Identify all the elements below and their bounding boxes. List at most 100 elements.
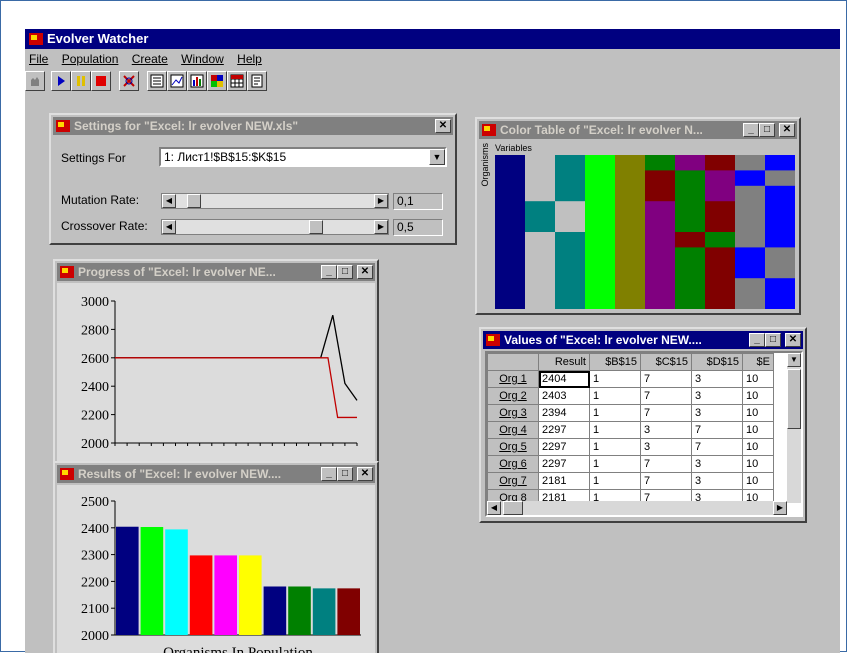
scroll-right-icon[interactable]: ▶	[374, 220, 388, 234]
menu-population[interactable]: Population	[62, 52, 119, 66]
table-cell[interactable]: 1	[589, 421, 641, 439]
minimize-icon[interactable]: _	[321, 467, 337, 481]
column-header[interactable]: Result	[538, 353, 590, 371]
scroll-thumb[interactable]	[503, 501, 523, 515]
bar-chart-icon[interactable]	[187, 71, 207, 91]
maximize-icon[interactable]: □	[765, 333, 781, 347]
table-cell[interactable]: 3	[691, 387, 743, 405]
table-cell[interactable]: 10	[742, 455, 774, 473]
table-cell[interactable]: 3	[691, 455, 743, 473]
vertical-scrollbar[interactable]: ▲ ▼	[787, 353, 801, 503]
y-tick-label: 2100	[81, 602, 109, 617]
table-cell[interactable]: 10	[742, 472, 774, 490]
mutation-rate-slider[interactable]: ◀ ▶	[161, 193, 389, 209]
table-cell[interactable]: 2297	[538, 421, 590, 439]
table-cell[interactable]: 7	[640, 404, 692, 422]
table-cell[interactable]: 3	[691, 370, 743, 388]
close-icon[interactable]: ✕	[357, 467, 373, 481]
maximize-icon[interactable]: □	[337, 467, 353, 481]
row-header[interactable]: Org 7	[487, 472, 539, 490]
column-header[interactable]: $C$15	[640, 353, 692, 371]
table-cell[interactable]: 3	[691, 404, 743, 422]
line-chart-icon[interactable]	[167, 71, 187, 91]
cancel-icon[interactable]	[119, 71, 139, 91]
row-header[interactable]: Org 6	[487, 455, 539, 473]
scroll-right-icon[interactable]: ▶	[374, 194, 388, 208]
table-cell[interactable]: 7	[640, 455, 692, 473]
y-tick-label: 2000	[81, 629, 109, 644]
table-cell[interactable]: 1	[589, 438, 641, 456]
minimize-icon[interactable]: _	[321, 265, 337, 279]
minimize-icon[interactable]: _	[749, 333, 765, 347]
bar	[214, 555, 237, 635]
minimize-icon[interactable]: _	[743, 123, 759, 137]
column-header[interactable]: $E	[742, 353, 774, 371]
table-cell[interactable]: 10	[742, 370, 774, 388]
table-cell[interactable]: 1	[589, 472, 641, 490]
scroll-down-icon[interactable]: ▼	[787, 353, 801, 367]
list-icon[interactable]	[147, 71, 167, 91]
table-cell[interactable]: 10	[742, 387, 774, 405]
pause-icon[interactable]	[71, 71, 91, 91]
menu-window[interactable]: Window	[181, 52, 224, 66]
column-header[interactable]: $D$15	[691, 353, 743, 371]
scroll-left-icon[interactable]: ◀	[487, 501, 501, 515]
maximize-icon[interactable]: □	[337, 265, 353, 279]
hand-icon[interactable]	[25, 71, 45, 91]
table-cell[interactable]: 2404	[538, 370, 590, 388]
horizontal-scrollbar[interactable]: ◀ ▶	[487, 501, 787, 515]
scroll-left-icon[interactable]: ◀	[162, 194, 176, 208]
scroll-right-icon[interactable]: ▶	[773, 501, 787, 515]
table-cell[interactable]: 2297	[538, 455, 590, 473]
close-icon[interactable]: ✕	[785, 333, 801, 347]
close-icon[interactable]: ✕	[435, 119, 451, 133]
table-cell[interactable]: 1	[589, 404, 641, 422]
crossover-slider-thumb[interactable]	[309, 220, 324, 234]
table-cell[interactable]: 2394	[538, 404, 590, 422]
grid-icon[interactable]	[227, 71, 247, 91]
settings-for-select[interactable]: 1: Лист1!$B$15:$K$15 ▼	[159, 147, 447, 167]
menu-help[interactable]: Help	[237, 52, 262, 66]
row-header[interactable]: Org 2	[487, 387, 539, 405]
table-cell[interactable]: 10	[742, 404, 774, 422]
mutation-rate-value[interactable]: 0,1	[393, 193, 443, 210]
row-header[interactable]: Org 5	[487, 438, 539, 456]
close-icon[interactable]: ✕	[357, 265, 373, 279]
stop-icon[interactable]	[91, 71, 111, 91]
table-cell[interactable]: 3	[640, 421, 692, 439]
column-header[interactable]	[487, 353, 539, 371]
crossover-rate-value[interactable]: 0,5	[393, 219, 443, 236]
row-header[interactable]: Org 3	[487, 404, 539, 422]
page-icon[interactable]	[247, 71, 267, 91]
table-cell[interactable]: 2403	[538, 387, 590, 405]
row-header[interactable]: Org 4	[487, 421, 539, 439]
values-grid[interactable]: Result $B$15 $C$15 $D$15 $E Org 1 2404 1 7 3 10 Org…	[485, 351, 803, 517]
table-cell[interactable]: 7	[640, 472, 692, 490]
table-cell[interactable]: 7	[640, 370, 692, 388]
table-cell[interactable]: 1	[589, 387, 641, 405]
menu-file[interactable]: File	[29, 52, 48, 66]
table-cell[interactable]: 3	[691, 472, 743, 490]
maximize-icon[interactable]: □	[759, 123, 775, 137]
table-cell[interactable]: 7	[640, 387, 692, 405]
table-cell[interactable]: 10	[742, 438, 774, 456]
chevron-down-icon[interactable]: ▼	[429, 149, 445, 165]
scroll-thumb[interactable]	[787, 369, 801, 429]
scroll-left-icon[interactable]: ◀	[162, 220, 176, 234]
table-cell[interactable]: 1	[589, 455, 641, 473]
mutation-slider-thumb[interactable]	[187, 194, 202, 208]
table-cell[interactable]: 7	[691, 421, 743, 439]
row-header[interactable]: Org 1	[487, 370, 539, 388]
table-cell[interactable]: 3	[640, 438, 692, 456]
column-header[interactable]: $B$15	[589, 353, 641, 371]
table-cell[interactable]: 2297	[538, 438, 590, 456]
close-icon[interactable]: ✕	[779, 123, 795, 137]
crossover-rate-slider[interactable]: ◀ ▶	[161, 219, 389, 235]
color-table-icon[interactable]	[207, 71, 227, 91]
table-cell[interactable]: 10	[742, 421, 774, 439]
table-cell[interactable]: 7	[691, 438, 743, 456]
menu-create[interactable]: Create	[132, 52, 168, 66]
table-cell[interactable]: 1	[589, 370, 641, 388]
play-icon[interactable]	[51, 71, 71, 91]
table-cell[interactable]: 2181	[538, 472, 590, 490]
